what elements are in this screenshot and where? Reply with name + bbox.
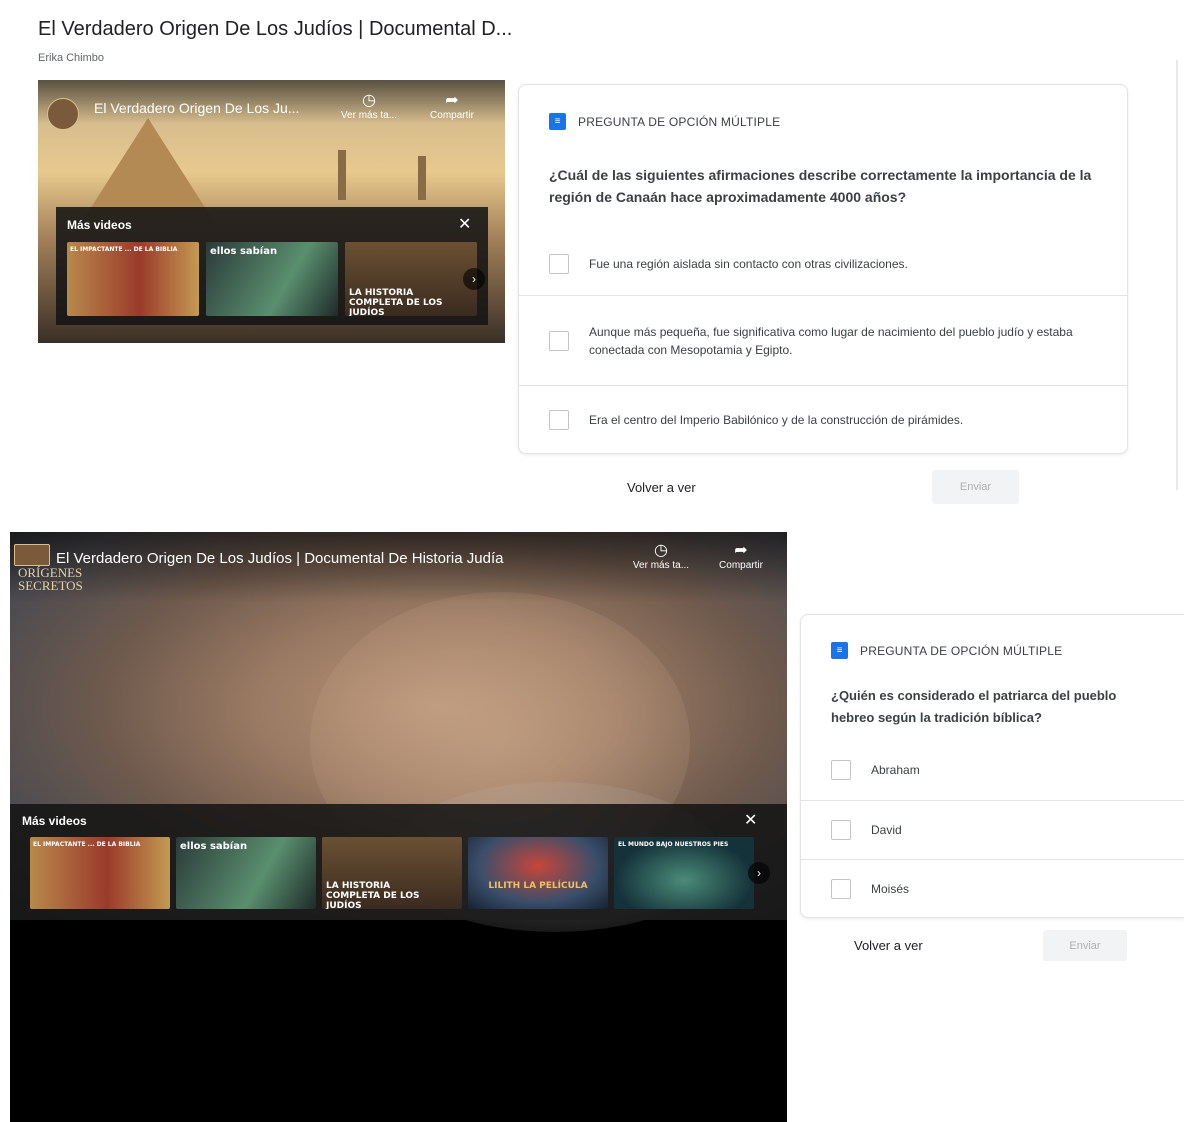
option-label: Moisés — [871, 881, 910, 896]
channel-avatar[interactable] — [47, 98, 79, 130]
option-label: Abraham — [871, 763, 920, 777]
related-video-thumbnail[interactable]: ellos sabían — [206, 242, 338, 316]
watch-later-label: Ver más ta... — [632, 560, 690, 571]
related-video-thumbnail[interactable]: EL IMPACTANTE ... DE LA BIBLIA — [67, 242, 199, 316]
related-video-thumbnail[interactable]: EL IMPACTANTE ... DE LA BIBLIA — [30, 837, 170, 909]
related-video-thumbnail[interactable]: LA HISTORIA COMPLETA DE LOS JUDÍOS — [322, 837, 462, 909]
related-video-thumbnail[interactable]: ellos sabían — [176, 837, 316, 909]
send-button[interactable]: Enviar — [932, 470, 1019, 504]
thumbnail-title: LILITH LA PELÍCULA — [488, 881, 588, 891]
quiz-card: ≡ PREGUNTA DE OPCIÓN MÚLTIPLE ¿Cuál de l… — [518, 84, 1128, 454]
thumbnail-title: EL IMPACTANTE ... DE LA BIBLIA — [33, 841, 141, 848]
player-video-title[interactable]: El Verdadero Origen De Los Judíos | Docu… — [56, 550, 616, 567]
quiz-card: ≡ PREGUNTA DE OPCIÓN MÚLTIPLE ¿Quién es … — [800, 614, 1184, 918]
more-videos-panel: Más videos ✕ EL IMPACTANTE ... DE LA BIB… — [56, 207, 488, 325]
answer-option[interactable]: David — [801, 800, 1184, 859]
video-player[interactable]: ORÍGENES SECRETOS El Verdadero Origen De… — [10, 532, 787, 1122]
more-videos-label: Más videos — [22, 814, 87, 828]
related-video-thumbnail[interactable]: LA HISTORIA COMPLETA DE LOS JUDÍOS — [345, 242, 477, 316]
option-label: Fue una región aislada sin contacto con … — [589, 256, 908, 271]
answer-option[interactable]: Abraham — [801, 740, 1184, 800]
question-type-label: PREGUNTA DE OPCIÓN MÚLTIPLE — [860, 643, 1063, 658]
related-video-thumbnail[interactable]: EL MUNDO BAJO NUESTROS PIES — [614, 837, 754, 909]
obelisk-image — [418, 156, 426, 200]
channel-avatar[interactable] — [14, 544, 50, 566]
share-label: Compartir — [430, 110, 474, 121]
share-button[interactable]: ➦ Compartir — [422, 92, 482, 121]
scroll-track — [1176, 60, 1178, 490]
option-checkbox[interactable] — [549, 410, 569, 430]
quiz-screen-2: ORÍGENES SECRETOS El Verdadero Origen De… — [0, 532, 1184, 1122]
more-videos-label: Más videos — [67, 218, 132, 232]
clock-icon: ◷ — [654, 542, 668, 559]
share-label: Compartir — [719, 560, 763, 571]
answer-option[interactable]: Fue una región aislada sin contacto con … — [519, 232, 1127, 295]
option-checkbox[interactable] — [831, 820, 851, 840]
channel-logo-line2: SECRETOS — [18, 578, 83, 593]
watch-later-button[interactable]: ◷ Ver más ta... — [624, 542, 698, 571]
watch-later-button[interactable]: ◷ Ver más ta... — [334, 92, 404, 121]
watch-later-label: Ver más ta... — [340, 110, 398, 121]
list-icon: ≡ — [831, 642, 848, 659]
next-thumbnails-button[interactable]: › — [463, 268, 485, 290]
thumbnail-title: LA HISTORIA COMPLETA DE LOS JUDÍOS — [349, 288, 443, 316]
video-player[interactable]: El Verdadero Origen De Los Ju... ◷ Ver m… — [38, 80, 505, 343]
close-icon[interactable]: ✕ — [458, 214, 471, 234]
more-videos-panel: Más videos ✕ EL IMPACTANTE ... DE LA BIB… — [10, 804, 787, 920]
share-button[interactable]: ➦ Compartir — [710, 542, 772, 571]
option-label: David — [871, 823, 902, 837]
share-icon: ➦ — [445, 92, 459, 109]
close-icon[interactable]: ✕ — [744, 810, 757, 830]
quiz-screen-1: El Verdadero Origen De Los Judíos | Docu… — [0, 0, 1184, 515]
replay-button[interactable]: Volver a ver — [854, 938, 923, 953]
answer-option[interactable]: Aunque más pequeña, fue significativa co… — [519, 295, 1127, 385]
page-title: El Verdadero Origen De Los Judíos | Docu… — [38, 18, 513, 40]
question-type-label: PREGUNTA DE OPCIÓN MÚLTIPLE — [578, 114, 781, 129]
option-checkbox[interactable] — [549, 253, 569, 274]
question-text: ¿Cuál de las siguientes afirmaciones des… — [549, 167, 1092, 205]
option-checkbox[interactable] — [831, 878, 851, 899]
channel-logo-text: ORÍGENES SECRETOS — [18, 566, 83, 592]
question-type-header: ≡ PREGUNTA DE OPCIÓN MÚLTIPLE — [831, 642, 1062, 659]
author-name: Erika Chimbo — [38, 52, 105, 64]
list-icon: ≡ — [549, 113, 566, 130]
thumbnail-title: ellos sabían — [180, 841, 248, 852]
thumbnail-title: ellos sabían — [210, 246, 278, 257]
answer-option[interactable]: Moisés — [801, 859, 1184, 917]
replay-button[interactable]: Volver a ver — [627, 480, 696, 495]
option-label: Era el centro del Imperio Babilónico y d… — [589, 413, 964, 427]
thumbnail-title: EL MUNDO BAJO NUESTROS PIES — [618, 841, 729, 848]
answer-option[interactable]: Era el centro del Imperio Babilónico y d… — [519, 385, 1127, 454]
question-type-header: ≡ PREGUNTA DE OPCIÓN MÚLTIPLE — [549, 113, 780, 130]
option-checkbox[interactable] — [831, 760, 851, 780]
related-video-thumbnail[interactable]: LILITH LA PELÍCULA — [468, 837, 608, 909]
question-text: ¿Quién es considerado el patriarca del p… — [831, 688, 1117, 725]
player-video-title[interactable]: El Verdadero Origen De Los Ju... — [94, 100, 324, 116]
next-thumbnails-button[interactable]: › — [748, 862, 770, 884]
share-icon: ➦ — [734, 542, 748, 559]
clock-icon: ◷ — [362, 92, 376, 109]
obelisk-image — [338, 150, 346, 200]
option-checkbox[interactable] — [549, 330, 569, 351]
thumbnail-title: LA HISTORIA COMPLETA DE LOS JUDÍOS — [326, 881, 420, 909]
send-button[interactable]: Enviar — [1043, 930, 1127, 961]
option-label: Aunque más pequeña, fue significativa co… — [589, 324, 1073, 357]
thumbnail-title: EL IMPACTANTE ... DE LA BIBLIA — [70, 246, 178, 253]
